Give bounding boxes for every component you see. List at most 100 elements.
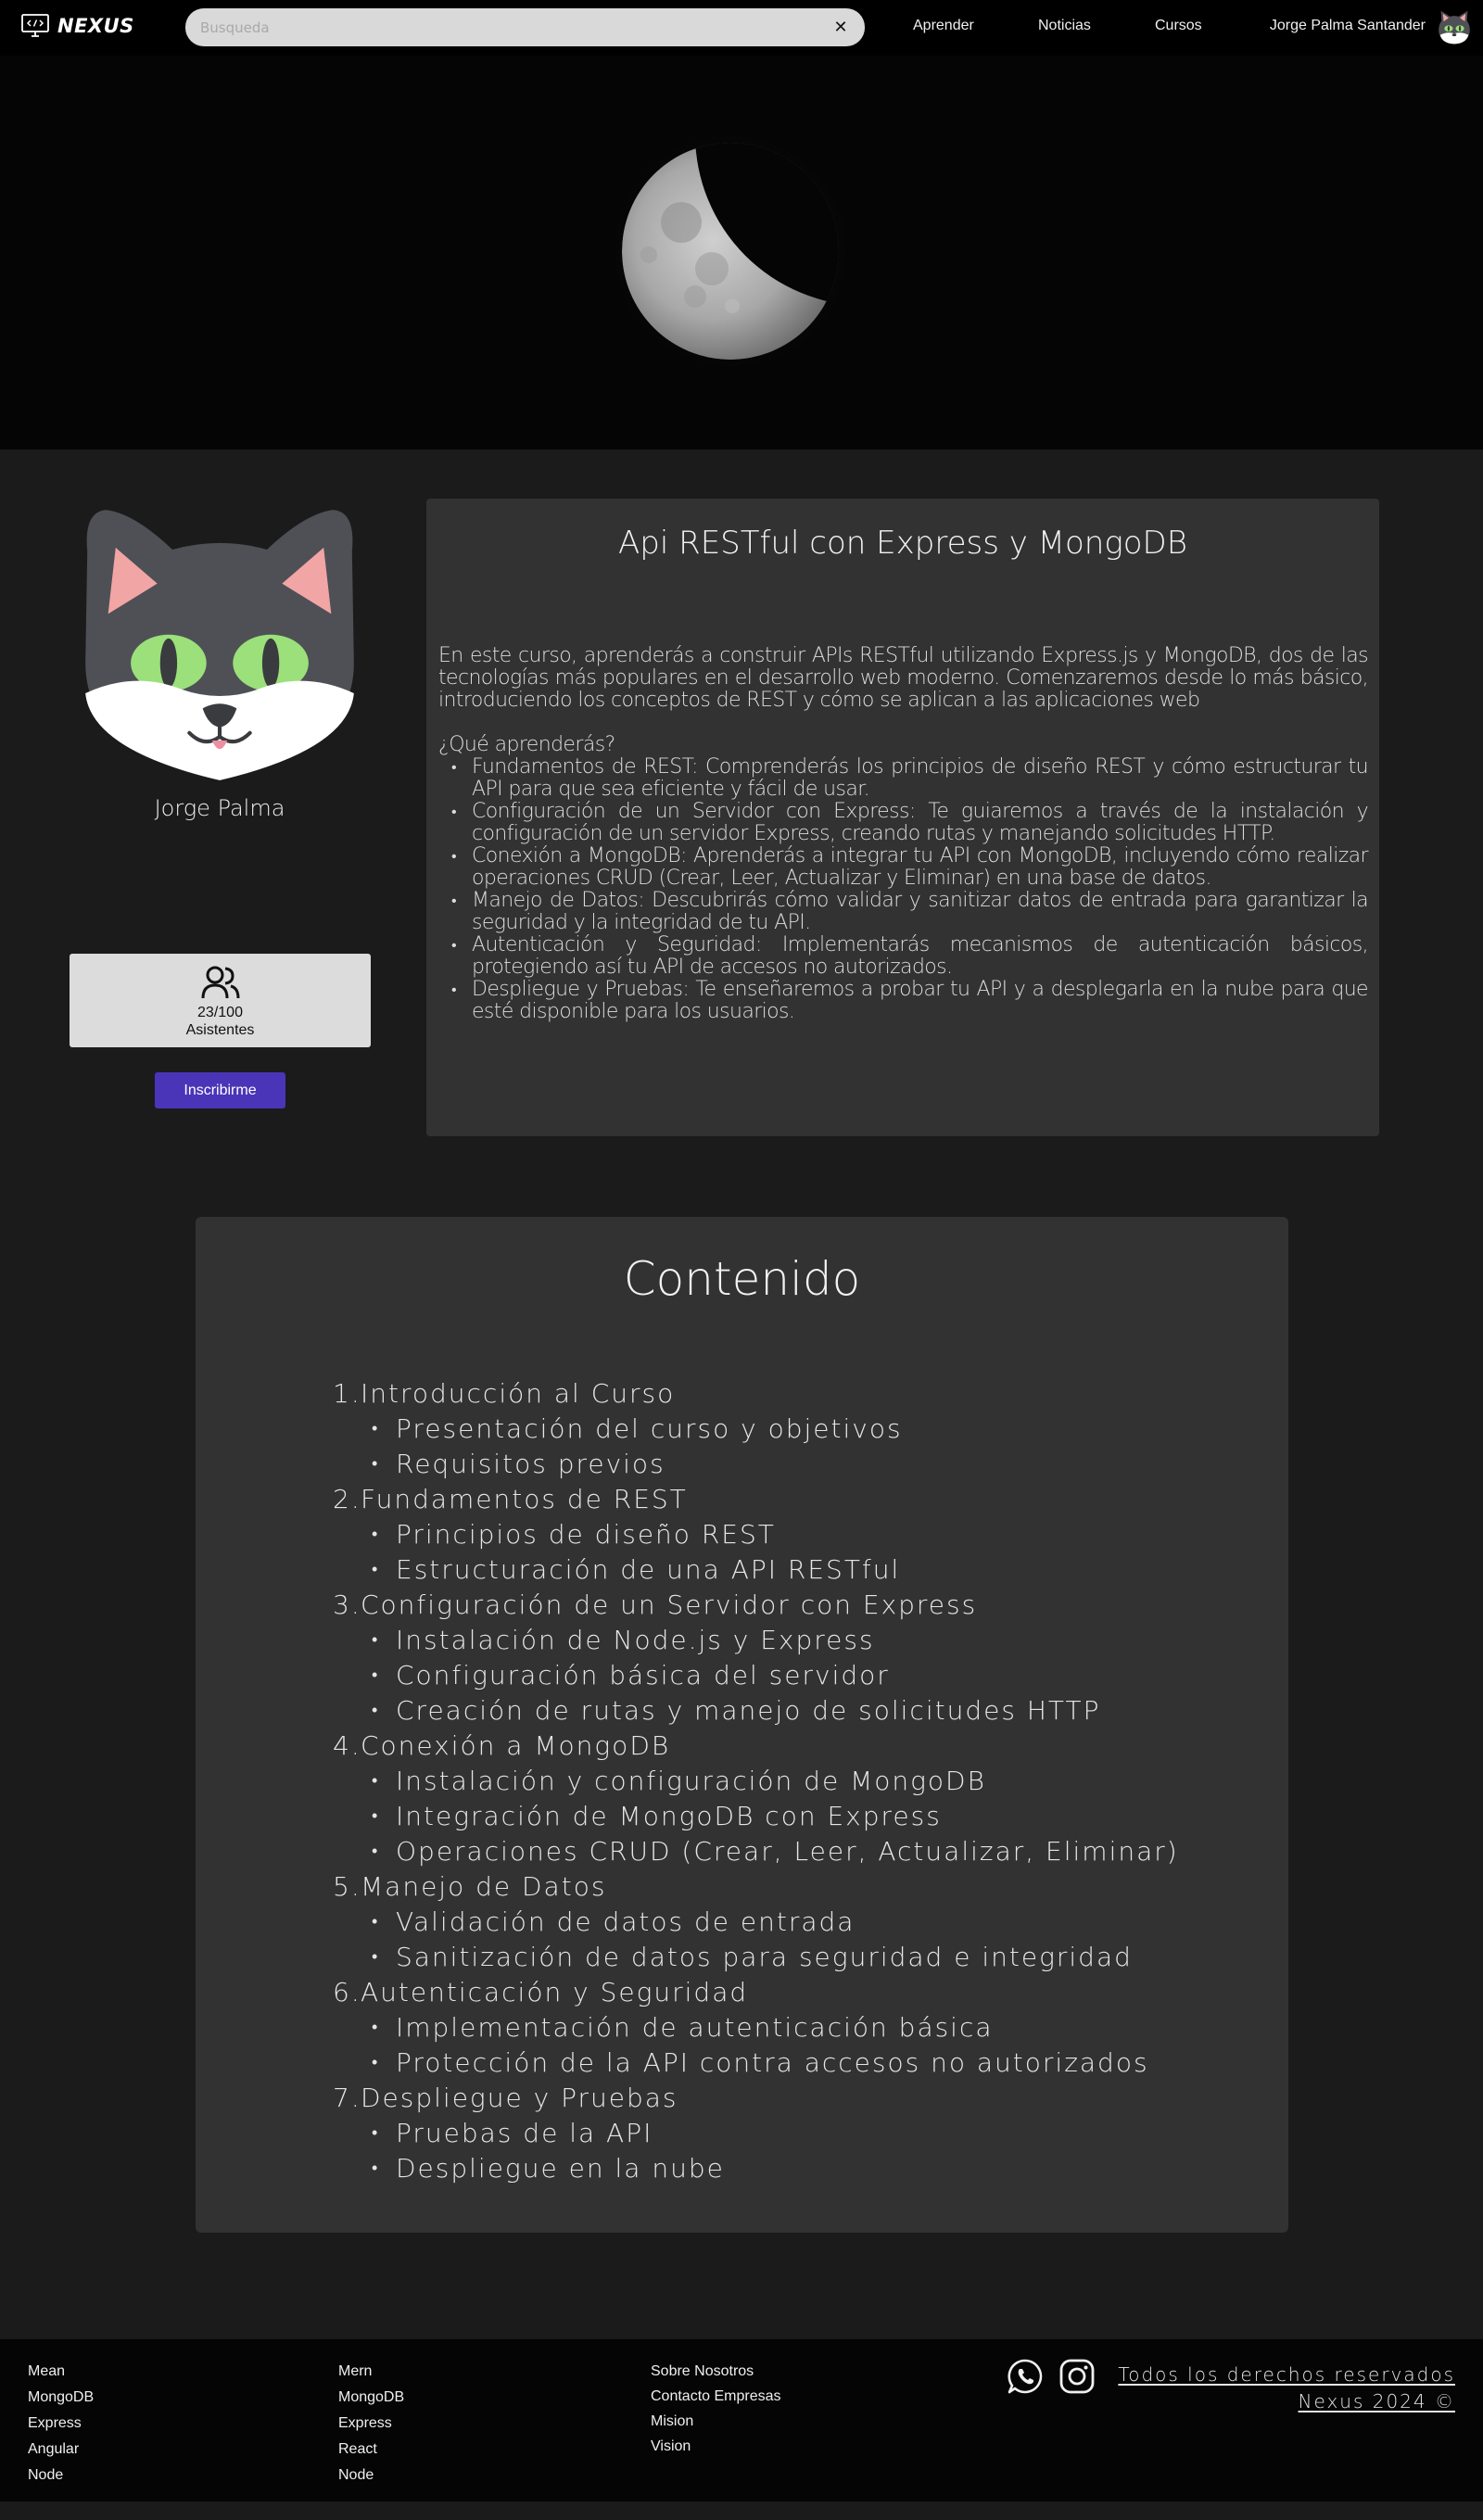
- subscribe-button[interactable]: Inscribirme: [155, 1072, 285, 1108]
- attendees-label: Asistentes: [185, 1022, 255, 1038]
- nexus-logo[interactable]: NEXUS: [20, 13, 134, 39]
- monitor-code-icon: [21, 14, 49, 37]
- module-number: 5.: [333, 1871, 361, 1902]
- module-topic: • Creación de rutas y manejo de solicitud…: [333, 1693, 1179, 1729]
- module-number: 6.: [333, 1977, 361, 2007]
- search-input[interactable]: [200, 19, 831, 36]
- footer-link[interactable]: MongoDB: [28, 2385, 94, 2411]
- module-label: Introducción al Curso: [361, 1378, 676, 1409]
- attendees-count: 23/100: [197, 1005, 243, 1020]
- topic-label: Presentación del curso y objetivos: [396, 1413, 903, 1444]
- topic-label: Creación de rutas y manejo de solicitude…: [396, 1695, 1101, 1726]
- rights-text[interactable]: Todos los derechos reservados: [1118, 2362, 1455, 2388]
- footer-link[interactable]: Mean: [28, 2359, 94, 2385]
- module-title: 6. Autenticación y Seguridad: [333, 1975, 1179, 2010]
- module-label: Conexión a MongoDB: [361, 1730, 671, 1761]
- attendees-box: 23/100 Asistentes: [70, 954, 371, 1047]
- footer-link[interactable]: MongoDB: [338, 2385, 404, 2411]
- topic-label: Operaciones CRUD (Crear, Leer, Actualiza…: [396, 1836, 1179, 1867]
- topic-label: Instalación y configuración de MongoDB: [396, 1766, 986, 1796]
- learn-item: Autenticación y Seguridad: Implementarás…: [451, 934, 1369, 979]
- topic-label: Estructuración de una API RESTful: [396, 1554, 901, 1585]
- module-number: 4.: [333, 1730, 361, 1761]
- module-topic: • Configuración básica del servidor: [333, 1658, 1179, 1693]
- footer-link[interactable]: Mision: [651, 2409, 781, 2434]
- footer-link[interactable]: Node: [28, 2463, 94, 2488]
- instructor-avatar: [85, 510, 354, 780]
- module-topic: • Instalación de Node.js y Express: [333, 1623, 1179, 1658]
- instagram-icon[interactable]: [1058, 2358, 1096, 2395]
- module-topic: • Estructuración de una API RESTful: [333, 1552, 1179, 1588]
- topic-label: Sanitización de datos para seguridad e i…: [396, 1942, 1133, 1972]
- whatsapp-icon[interactable]: [1007, 2358, 1044, 2395]
- footer-link[interactable]: React: [338, 2437, 404, 2463]
- module-topic: • Despliegue en la nube: [333, 2151, 1179, 2186]
- footer-link[interactable]: Node: [338, 2463, 404, 2488]
- copyright-year[interactable]: Nexus 2024 ©: [1118, 2388, 1455, 2415]
- module-title: 1. Introducción al Curso: [333, 1376, 1179, 1412]
- footer-link[interactable]: Vision: [651, 2434, 781, 2459]
- topic-label: Validación de datos de entrada: [396, 1906, 856, 1937]
- module-label: Autenticación y Seguridad: [361, 1977, 749, 2007]
- instructor-name: Jorge Palma: [154, 795, 285, 821]
- top-navbar: NEXUS ✕ Aprender Noticias Cursos Jorge P…: [0, 0, 1483, 56]
- module-title: 4. Conexión a MongoDB: [333, 1729, 1179, 1764]
- footer-link[interactable]: Contacto Empresas: [651, 2384, 781, 2409]
- module-topic: • Implementación de autenticación básica: [333, 2010, 1179, 2045]
- module-label: Manejo de Datos: [361, 1871, 607, 1902]
- learn-item: Conexión a MongoDB: Aprenderás a integra…: [451, 845, 1369, 890]
- user-avatar[interactable]: [1437, 10, 1472, 45]
- learn-item: Configuración de un Servidor con Express…: [451, 801, 1369, 845]
- search-bar: ✕: [185, 8, 865, 46]
- footer-link[interactable]: Mern: [338, 2359, 404, 2385]
- module-topic: • Sanitización de datos para seguridad e …: [333, 1940, 1179, 1975]
- copyright: Todos los derechos reservados Nexus 2024…: [1118, 2362, 1455, 2415]
- learn-item: Fundamentos de REST: Comprenderás los pr…: [451, 756, 1369, 801]
- module-title: 5. Manejo de Datos: [333, 1869, 1179, 1905]
- close-icon[interactable]: ✕: [831, 18, 850, 37]
- module-topic: • Instalación y configuración de MongoDB: [333, 1764, 1179, 1799]
- module-number: 7.: [333, 2083, 361, 2113]
- footer-column-company: Sobre Nosotros Contacto Empresas Mision …: [651, 2359, 781, 2459]
- nav-link-noticias[interactable]: Noticias: [1038, 18, 1091, 34]
- nav-link-cursos[interactable]: Cursos: [1155, 18, 1202, 34]
- topic-label: Implementación de autenticación básica: [396, 2012, 994, 2043]
- footer-column-mern: Mern MongoDB Express React Node: [338, 2359, 404, 2488]
- module-topic: • Requisitos previos: [333, 1447, 1179, 1482]
- course-title: Api RESTful con Express y MongoDB: [617, 525, 1187, 562]
- module-title: 7. Despliegue y Pruebas: [333, 2081, 1179, 2116]
- module-number: 3.: [333, 1589, 361, 1620]
- learn-item: Manejo de Datos: Descubrirás cómo valida…: [451, 890, 1369, 934]
- users-icon: [201, 966, 240, 999]
- course-intro: En este curso, aprenderás a construir AP…: [438, 644, 1369, 712]
- course-description-card: Api RESTful con Express y MongoDB En est…: [426, 499, 1379, 1136]
- module-topic: • Integración de MongoDB con Express: [333, 1799, 1179, 1834]
- footer-column-mean: Mean MongoDB Express Angular Node: [28, 2359, 94, 2488]
- user-name[interactable]: Jorge Palma Santander: [1270, 18, 1426, 34]
- hero-banner: [0, 56, 1483, 450]
- learn-list: Fundamentos de REST: Comprenderás los pr…: [438, 756, 1369, 1023]
- syllabus-title: Contenido: [623, 1252, 861, 1306]
- footer-link[interactable]: Express: [338, 2411, 404, 2437]
- topic-label: Requisitos previos: [396, 1449, 665, 1479]
- footer-link[interactable]: Angular: [28, 2437, 94, 2463]
- module-label: Fundamentos de REST: [361, 1484, 688, 1514]
- topic-label: Instalación de Node.js y Express: [396, 1625, 875, 1655]
- topic-label: Protección de la API contra accesos no a…: [396, 2047, 1149, 2078]
- module-topic: • Principios de diseño REST: [333, 1517, 1179, 1552]
- footer-link[interactable]: Sobre Nosotros: [651, 2359, 781, 2384]
- topic-label: Configuración básica del servidor: [396, 1660, 890, 1691]
- learn-item: Despliegue y Pruebas: Te enseñaremos a p…: [451, 979, 1369, 1023]
- module-title: 2. Fundamentos de REST: [333, 1482, 1179, 1517]
- module-title: 3. Configuración de un Servidor con Expre…: [333, 1588, 1179, 1623]
- footer-link[interactable]: Express: [28, 2411, 94, 2437]
- nav-link-aprender[interactable]: Aprender: [913, 18, 974, 34]
- module-topic: • Protección de la API contra accesos no …: [333, 2045, 1179, 2081]
- module-number: 1.: [333, 1378, 361, 1409]
- topic-label: Despliegue en la nube: [396, 2153, 725, 2184]
- bottom-strip: [0, 2501, 1483, 2520]
- topic-label: Pruebas de la API: [396, 2118, 653, 2148]
- module-label: Configuración de un Servidor con Express: [361, 1589, 978, 1620]
- syllabus-list: 1. Introducción al Curso • Presentación de…: [333, 1376, 1179, 2186]
- module-number: 2.: [333, 1484, 361, 1514]
